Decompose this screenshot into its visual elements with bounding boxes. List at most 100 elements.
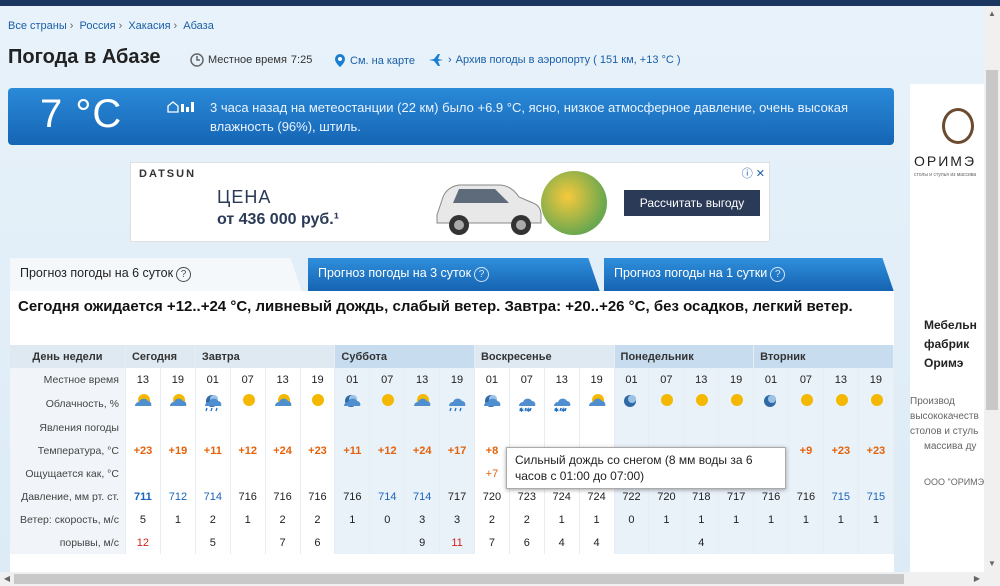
temperature-cell: +24 [265, 439, 301, 462]
vertical-scroll-thumb[interactable] [986, 70, 998, 410]
feels-like-cell [125, 462, 161, 485]
time-cell: 19 [858, 368, 895, 391]
current-temperature: 7 °C [40, 92, 123, 136]
phenomena-cell [230, 416, 266, 439]
phenomena-cell [474, 416, 510, 439]
night-icon [624, 395, 637, 407]
phenomena-cell [509, 416, 545, 439]
current-weather-bar: 7 °C 3 часа назад на метеостанции (22 км… [8, 88, 894, 145]
time-cell: 13 [823, 368, 859, 391]
phenomena-cell [718, 416, 755, 439]
phenomena-cell [648, 416, 685, 439]
temperature-cell: +11 [195, 439, 231, 462]
night-cloud-icon [483, 395, 501, 407]
day-header: Понедельник [614, 345, 755, 368]
snow-rain-icon: ✱ ✱ [518, 398, 536, 414]
side-ad-title-line: Оримэ [924, 356, 964, 370]
help-icon[interactable]: ? [770, 267, 786, 282]
clock-icon [190, 53, 204, 67]
help-icon[interactable]: ? [474, 267, 490, 282]
breadcrumb-russia[interactable]: Россия [80, 20, 116, 32]
wind-cell: 1 [648, 508, 685, 531]
side-advertisement[interactable]: ОРИМЭ столы и стулья из массива Мебельн … [910, 84, 984, 572]
forecast-panel: Сегодня ожидается +12..+24 °С, ливневый … [10, 291, 895, 572]
temperature-cell: +23 [858, 439, 895, 462]
feels-like-cell [404, 462, 441, 485]
wind-cell: 0 [369, 508, 406, 531]
current-weather-description: 3 часа назад на метеостанции (22 км) был… [210, 100, 849, 134]
cloud-cell [683, 391, 720, 416]
gust-cell [788, 531, 824, 554]
pressure-cell: 716 [334, 485, 371, 508]
phenomena-cell [614, 416, 650, 439]
gust-cell [369, 531, 406, 554]
side-ad-title-line: фабрик [924, 337, 970, 351]
wind-cell: 2 [474, 508, 510, 531]
sun-icon [696, 394, 709, 406]
sun-icon [800, 394, 813, 406]
tab-6-days[interactable]: Прогноз погоды на 6 суток? [10, 258, 302, 292]
breadcrumb-khakassia[interactable]: Хакасия [128, 20, 170, 32]
breadcrumb-all-countries[interactable]: Все страны [8, 20, 67, 32]
sun-icon [382, 394, 395, 406]
sun-icon [312, 394, 325, 406]
phenomena-cell [683, 416, 720, 439]
temperature-cell: +12 [369, 439, 406, 462]
row-label: порывы, м/с [10, 531, 126, 554]
gust-cell: 4 [579, 531, 615, 554]
row-label: Температура, °С [10, 439, 126, 462]
cloud-cell [195, 391, 231, 416]
temperature-cell: +23 [300, 439, 336, 462]
local-time: Местное время 7:25 [190, 53, 312, 67]
night-cloud-icon [344, 395, 361, 407]
wind-cell: 5 [125, 508, 161, 531]
pressure-cell: 711 [125, 485, 161, 508]
ad-cta-button[interactable]: Рассчитать выгоду [624, 190, 760, 216]
ad-brand: DATSUN [139, 168, 197, 180]
cloud-cell [300, 391, 336, 416]
gust-cell: 6 [300, 531, 336, 554]
help-icon[interactable]: ? [176, 267, 192, 282]
page: Все страны › Россия › Хакасия › Абаза Погод… [0, 6, 984, 572]
vertical-scrollbar[interactable]: ▲ ▼ [984, 6, 1000, 572]
phenomena-cell [579, 416, 615, 439]
wind-cell: 1 [718, 508, 755, 531]
day-header: Воскресенье [474, 345, 615, 368]
scroll-left-icon[interactable]: ◀ [0, 572, 14, 586]
ad-close-icon[interactable]: ⓘ ✕ [742, 165, 765, 181]
scroll-down-icon[interactable]: ▼ [984, 556, 1000, 572]
ad-price-value: от 436 000 руб.¹ [217, 211, 340, 228]
tab-3-days[interactable]: Прогноз погоды на 3 суток? [308, 258, 600, 292]
time-cell: 01 [614, 368, 650, 391]
time-cell: 07 [369, 368, 406, 391]
pressure-cell: 716 [230, 485, 266, 508]
page-title: Погода в Абазе [8, 46, 161, 68]
orime-logo-icon [942, 108, 974, 144]
feels-like-cell [230, 462, 266, 485]
row-label: Местное время [10, 368, 126, 391]
map-link[interactable]: См. на карте [350, 55, 415, 67]
wind-cell: 2 [509, 508, 545, 531]
cloud-cell [125, 391, 161, 416]
horizontal-scrollbar[interactable]: ◀ ▶ [0, 572, 1000, 586]
archive-link[interactable]: Архив погоды в аэропорту ( 151 км, +13 °… [456, 54, 681, 66]
gust-cell [648, 531, 685, 554]
tab-6-days-label: Прогноз погоды на 6 суток [20, 266, 174, 280]
side-ad-text-line: столов и стуль [910, 426, 979, 437]
gust-cell: 9 [404, 531, 441, 554]
scroll-up-icon[interactable]: ▲ [984, 6, 1000, 22]
time-cell: 07 [509, 368, 545, 391]
temperature-cell: +8 [474, 439, 510, 462]
svg-text:✱ ✱: ✱ ✱ [554, 407, 566, 413]
tab-1-day[interactable]: Прогноз погоды на 1 сутки? [604, 258, 894, 292]
time-cell: 19 [439, 368, 475, 391]
cloud-cell [858, 391, 895, 416]
scroll-right-icon[interactable]: ▶ [970, 572, 984, 586]
day-header: Суббота [334, 345, 475, 368]
horizontal-scroll-thumb[interactable] [14, 574, 904, 584]
ad-price-heading: ЦЕНА [217, 187, 272, 207]
phenomena-cell [300, 416, 336, 439]
advertisement-banner[interactable]: DATSUN ЦЕНА от 436 000 руб.¹ Рассчитать … [130, 162, 770, 242]
breadcrumb-abaza[interactable]: Абаза [183, 20, 214, 32]
wind-cell: 2 [265, 508, 301, 531]
